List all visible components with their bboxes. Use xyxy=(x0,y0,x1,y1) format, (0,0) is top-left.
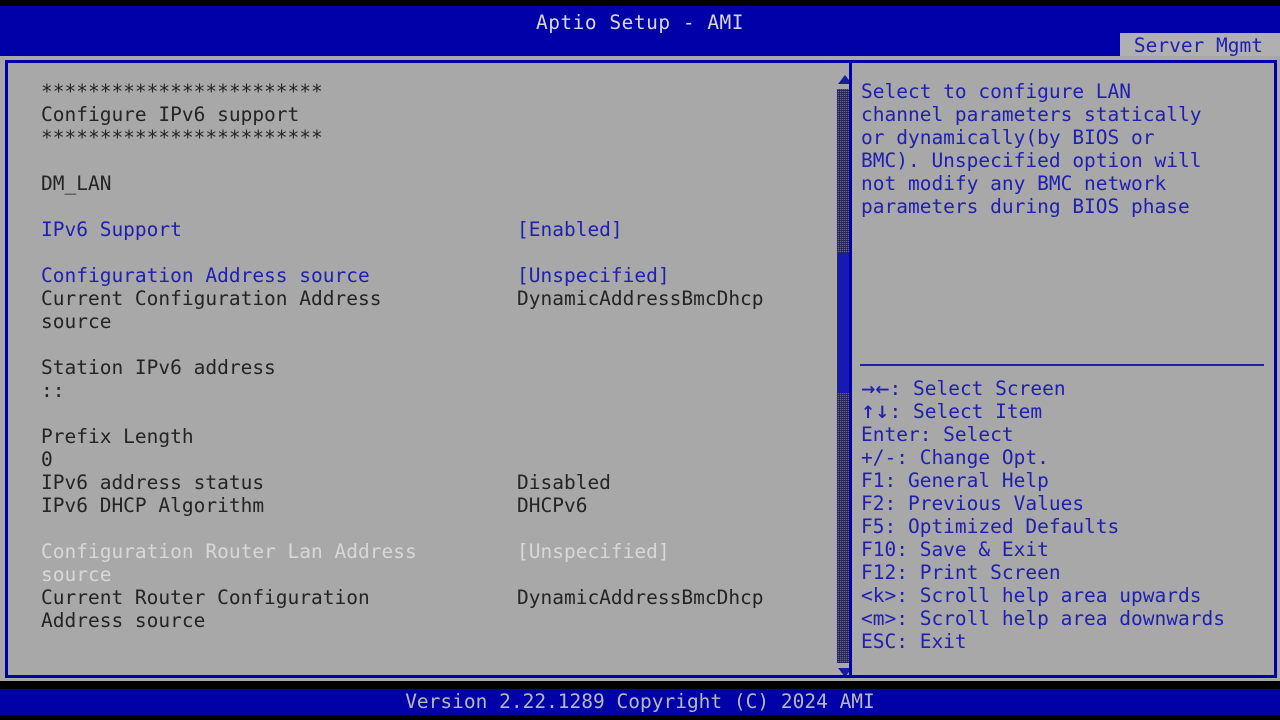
help-panel: Select to configure LAN channel paramete… xyxy=(849,60,1277,678)
title-bar: Aptio Setup - AMI Server Mgmt xyxy=(0,6,1280,56)
key-legend-select-item: ↑↓: Select Item xyxy=(861,400,1271,423)
key-legend-enter-select: Enter: Select xyxy=(861,423,1271,446)
spacer-1 xyxy=(41,149,831,172)
help-line: BMC). Unspecified option will xyxy=(861,149,1265,172)
key-legend-previous-values: F2: Previous Values xyxy=(861,492,1271,515)
info-label-ipv6-dhcp-algorithm: IPv6 DHCP Algorithm xyxy=(41,494,264,517)
info-label-current-config-address-cont: source xyxy=(41,310,111,333)
arrow-left-right-icon: →← xyxy=(861,380,890,400)
help-line: channel parameters statically xyxy=(861,103,1265,126)
setting-value-config-router-lan-address-source[interactable]: [Unspecified] xyxy=(517,540,670,563)
spacer-2 xyxy=(41,195,831,218)
setting-row-ipv6-support[interactable]: IPv6 Support [Enabled] xyxy=(41,218,831,241)
info-value-current-config-address: DynamicAddressBmcDhcp xyxy=(517,287,764,310)
info-value-station-ipv6-address: :: xyxy=(41,379,64,402)
help-divider xyxy=(860,364,1264,366)
content-frame: ************************ Configure IPv6 … xyxy=(0,56,1280,681)
help-line: Select to configure LAN xyxy=(861,80,1265,103)
group-heading-text: DM_LAN xyxy=(41,172,111,195)
section-rule-bottom-text: ************************ xyxy=(41,126,323,149)
info-label-current-config-address: Current Configuration Address xyxy=(41,287,381,310)
bios-setup-screen: Aptio Setup - AMI Server Mgmt **********… xyxy=(0,0,1280,720)
arrow-up-down-icon: ↑↓ xyxy=(861,403,890,423)
spacer-4 xyxy=(41,333,831,356)
info-row-ipv6-dhcp-algorithm: IPv6 DHCP Algorithm DHCPv6 xyxy=(41,494,831,517)
key-legend-optimized-defaults: F5: Optimized Defaults xyxy=(861,515,1271,538)
info-label-current-router-config: Current Router Configuration xyxy=(41,586,370,609)
info-row-station-ipv6-address: Station IPv6 address xyxy=(41,356,831,379)
key-legend-general-help: F1: General Help xyxy=(861,469,1271,492)
key-legend-save-exit: F10: Save & Exit xyxy=(861,538,1271,561)
spacer-3 xyxy=(41,241,831,264)
key-legend-change-opt: +/-: Change Opt. xyxy=(861,446,1271,469)
page-title: Aptio Setup - AMI xyxy=(0,10,1280,36)
content-scrollbar[interactable] xyxy=(836,71,850,678)
setting-label-config-router-lan-address-source-cont: source xyxy=(41,563,111,586)
info-label-station-ipv6-address: Station IPv6 address xyxy=(41,356,276,379)
key-legend-scroll-help-up: <k>: Scroll help area upwards xyxy=(861,584,1271,607)
section-rule-top: ************************ xyxy=(41,80,831,103)
help-line: or dynamically(by BIOS or xyxy=(861,126,1265,149)
setting-value-ipv6-support[interactable]: [Enabled] xyxy=(517,218,623,241)
settings-list: ************************ Configure IPv6 … xyxy=(41,80,831,632)
key-legend-label: : Select Screen xyxy=(890,377,1066,400)
info-row-current-config-address: Current Configuration Address DynamicAdd… xyxy=(41,287,831,310)
key-legend-print-screen: F12: Print Screen xyxy=(861,561,1271,584)
spacer-5 xyxy=(41,402,831,425)
section-rule-bottom: ************************ xyxy=(41,126,831,149)
info-label-ipv6-address-status: IPv6 address status xyxy=(41,471,264,494)
help-description: Select to configure LAN channel paramete… xyxy=(861,80,1265,218)
help-line: not modify any BMC network xyxy=(861,172,1265,195)
info-value-prefix-length: 0 xyxy=(41,448,53,471)
info-row-current-router-config-cont: Address source xyxy=(41,609,831,632)
info-label-prefix-length: Prefix Length xyxy=(41,425,194,448)
settings-panel: ************************ Configure IPv6 … xyxy=(5,60,850,678)
info-row-prefix-length-value: 0 xyxy=(41,448,831,471)
info-row-ipv6-address-status: IPv6 address status Disabled xyxy=(41,471,831,494)
info-value-current-router-config: DynamicAddressBmcDhcp xyxy=(517,586,764,609)
key-legend-select-screen: →←: Select Screen xyxy=(861,377,1271,400)
info-label-current-router-config-cont: Address source xyxy=(41,609,205,632)
setting-label-config-router-lan-address-source: Configuration Router Lan Address xyxy=(41,540,417,563)
info-row-current-router-config: Current Router Configuration DynamicAddr… xyxy=(41,586,831,609)
setting-label-config-address-source: Configuration Address source xyxy=(41,264,370,287)
key-legend-label: : Select Item xyxy=(890,400,1043,423)
setting-row-config-router-lan-address-source[interactable]: Configuration Router Lan Address [Unspec… xyxy=(41,540,831,563)
info-value-ipv6-address-status: Disabled xyxy=(517,471,611,494)
info-row-current-config-address-cont: source xyxy=(41,310,831,333)
info-row-prefix-length: Prefix Length xyxy=(41,425,831,448)
section-title-text: Configure IPv6 support xyxy=(41,103,299,126)
setting-label-ipv6-support: IPv6 Support xyxy=(41,218,182,241)
setting-value-config-address-source[interactable]: [Unspecified] xyxy=(517,264,670,287)
info-row-station-ipv6-value: :: xyxy=(41,379,831,402)
section-title: Configure IPv6 support xyxy=(41,103,831,126)
version-text: Version 2.22.1289 Copyright (C) 2024 AMI xyxy=(0,689,1280,715)
key-legend-esc-exit: ESC: Exit xyxy=(861,630,1271,653)
keyboard-legend: →←: Select Screen ↑↓: Select Item Enter:… xyxy=(861,377,1271,653)
help-line: parameters during BIOS phase xyxy=(861,195,1265,218)
spacer-6 xyxy=(41,517,831,540)
footer-bar: Version 2.22.1289 Copyright (C) 2024 AMI xyxy=(0,689,1280,715)
group-heading-dm-lan: DM_LAN xyxy=(41,172,831,195)
info-value-ipv6-dhcp-algorithm: DHCPv6 xyxy=(517,494,587,517)
key-legend-scroll-help-down: <m>: Scroll help area downwards xyxy=(861,607,1271,630)
setting-row-config-address-source[interactable]: Configuration Address source [Unspecifie… xyxy=(41,264,831,287)
setting-row-config-router-lan-address-source-cont: source xyxy=(41,563,831,586)
section-rule-top-text: ************************ xyxy=(41,80,323,103)
